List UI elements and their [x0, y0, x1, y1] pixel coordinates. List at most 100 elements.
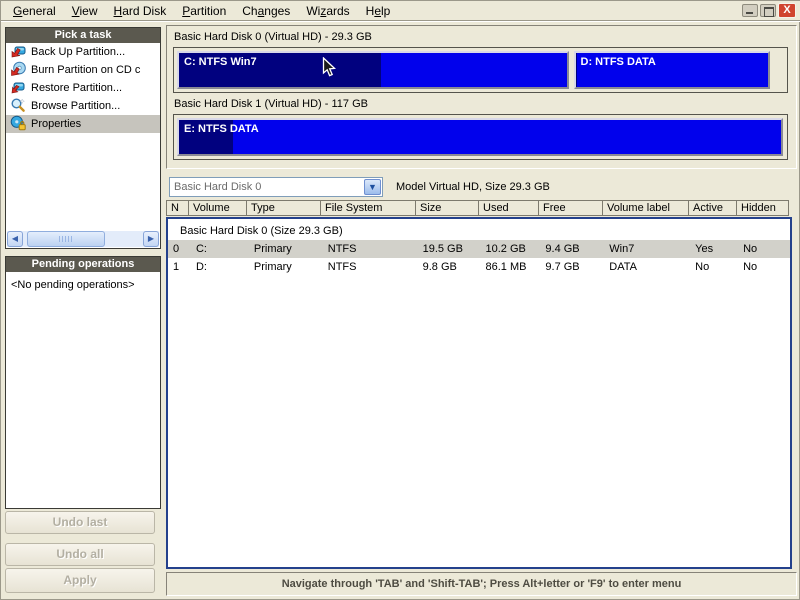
undo-last-button[interactable]: Undo last [5, 511, 155, 534]
menu-label-part: Wi [306, 3, 321, 18]
menu-accel-char: G [13, 3, 23, 18]
menu-label-part: Ch [242, 3, 258, 18]
minimize-button[interactable] [742, 4, 758, 17]
task-item-label: Restore Partition... [31, 82, 123, 94]
menu-accel-char: V [71, 3, 80, 18]
pending-operations-header: Pending operations [5, 256, 161, 273]
menu-accel-char: H [113, 3, 123, 18]
partition-e-ntfs-data[interactable]: E: NTFS DATA [177, 118, 783, 156]
table-cell: NTFS [327, 261, 357, 273]
disk0-partition-strip: C: NTFS Win7 D: NTFS DATA [173, 47, 788, 93]
column-header-active[interactable]: Active [689, 200, 737, 216]
undo-all-button[interactable]: Undo all [5, 543, 155, 566]
menu-label-part: artition [190, 3, 227, 18]
menu-bar: General View Hard Disk Partition Changes Wiza… [1, 1, 800, 20]
menu-help[interactable]: Help [358, 2, 399, 20]
scroll-left-icon[interactable]: ◀ [7, 231, 23, 247]
window-controls: X [742, 3, 796, 18]
table-cell: D: [195, 261, 207, 273]
volume-table-header: N Volume Type File System Size Used Free Volume… [166, 200, 792, 217]
task-item-label: Burn Partition on CD c [31, 64, 141, 76]
column-header-used[interactable]: Used [479, 200, 539, 216]
table-cell: No [743, 261, 758, 273]
table-cell: DATA [609, 261, 638, 273]
mouse-cursor [322, 57, 337, 77]
chevron-down-icon[interactable]: ▼ [364, 179, 381, 195]
table-cell: 10.2 GB [485, 243, 526, 255]
menu-general[interactable]: General [5, 2, 64, 20]
table-cell: 9.4 GB [545, 243, 580, 255]
table-cell: 0 [173, 243, 180, 255]
menu-hard-disk[interactable]: Hard Disk [106, 2, 175, 20]
task-item-properties[interactable]: Properties [6, 115, 160, 133]
partition-used-space [575, 53, 578, 87]
table-cell: C: [195, 243, 207, 255]
table-cell: 1 [173, 261, 180, 273]
column-header-hidden[interactable]: Hidden [737, 200, 789, 216]
table-cell: Win7 [609, 243, 635, 255]
partition-d-ntfs-data[interactable]: D: NTFS DATA [573, 51, 771, 89]
column-header-volume-label[interactable]: Volume label [603, 200, 689, 216]
table-cell: No [743, 243, 758, 255]
column-header-free[interactable]: Free [539, 200, 603, 216]
menu-view[interactable]: View [64, 2, 106, 20]
table-cell: NTFS [327, 243, 357, 255]
column-header-n[interactable]: N [166, 200, 189, 216]
task-list-hscrollbar[interactable]: ◀ ▶ [7, 231, 159, 247]
menu-label-part: iew [79, 3, 98, 18]
table-cell: No [695, 261, 710, 273]
partition-label: D: NTFS DATA [580, 56, 656, 68]
task-item-restore-partition[interactable]: Restore Partition... [6, 79, 160, 97]
pick-a-task-header: Pick a task [5, 27, 161, 44]
menu-label-part: ard Disk [122, 3, 167, 18]
backup-disk-icon [10, 43, 26, 61]
menu-label-part: nges [264, 3, 291, 18]
task-item-burn-partition-on-cd-c[interactable]: Burn Partition on CD c [6, 61, 160, 79]
table-row[interactable]: 1 D: Primary NTFS 9.8 GB 86.1 MB 9.7 GB DATA No N… [168, 258, 790, 276]
disk-selector-value: Basic Hard Disk 0 [174, 181, 262, 193]
scroll-track[interactable] [23, 231, 143, 247]
scroll-right-icon[interactable]: ▶ [143, 231, 159, 247]
table-cell: 9.8 GB [422, 261, 457, 273]
column-header-size[interactable]: Size [416, 200, 479, 216]
table-cell: 86.1 MB [485, 261, 527, 273]
disk-selector-combobox[interactable]: Basic Hard Disk 0 ▼ [169, 177, 383, 197]
column-header-volume[interactable]: Volume [189, 200, 247, 216]
table-group-row: Basic Hard Disk 0 (Size 29.3 GB) [180, 225, 343, 237]
partition-c-ntfs-win7[interactable]: C: NTFS Win7 [177, 51, 569, 89]
table-cell: Primary [253, 243, 292, 255]
column-header-type[interactable]: Type [247, 200, 321, 216]
apply-button[interactable]: Apply [5, 568, 155, 593]
menu-label-part: lp [381, 3, 391, 18]
menu-changes[interactable]: Changes [234, 2, 298, 20]
disk-map-panel: Basic Hard Disk 0 (Virtual HD) - 29.3 GB… [166, 25, 797, 169]
task-item-back-up-partition[interactable]: Back Up Partition... [6, 43, 160, 61]
partition-label: C: NTFS Win7 [184, 56, 257, 68]
column-header-file-system[interactable]: File System [321, 200, 416, 216]
disk0-title: Basic Hard Disk 0 (Virtual HD) - 29.3 GB [174, 31, 372, 43]
task-item-label: Properties [31, 118, 82, 130]
partition-label: E: NTFS DATA [184, 123, 259, 135]
close-button[interactable]: X [778, 3, 796, 18]
properties-disk-icon [10, 115, 26, 133]
task-item-browse-partition[interactable]: Browse Partition... [6, 97, 160, 115]
burn-cd-icon [10, 61, 26, 79]
scroll-grip [59, 236, 73, 242]
table-cell: 9.7 GB [545, 261, 580, 273]
task-list: Back Up Partition... Burn Partition on CD… [5, 43, 161, 249]
disk-model-info: Model Virtual HD, Size 29.3 GB [396, 181, 550, 193]
task-item-label: Browse Partition... [31, 100, 121, 112]
scroll-thumb[interactable] [27, 231, 105, 247]
disk1-partition-strip: E: NTFS DATA [173, 114, 788, 160]
maximize-button[interactable] [760, 4, 776, 17]
menu-divider [1, 20, 800, 22]
status-bar: Navigate through 'TAB' and 'Shift-TAB'; … [166, 572, 797, 596]
disk1-title: Basic Hard Disk 1 (Virtual HD) - 117 GB [174, 98, 368, 110]
pending-operations-list: <No pending operations> [5, 272, 161, 509]
volume-table-body: Basic Hard Disk 0 (Size 29.3 GB) 0 C: Prim… [166, 217, 792, 569]
task-item-label: Back Up Partition... [31, 46, 126, 58]
menu-wizards[interactable]: Wizards [298, 2, 357, 20]
table-cell: 19.5 GB [422, 243, 463, 255]
table-row[interactable]: 0 C: Primary NTFS 19.5 GB 10.2 GB 9.4 GB Win7 Ye… [168, 240, 790, 258]
menu-partition[interactable]: Partition [174, 2, 234, 20]
